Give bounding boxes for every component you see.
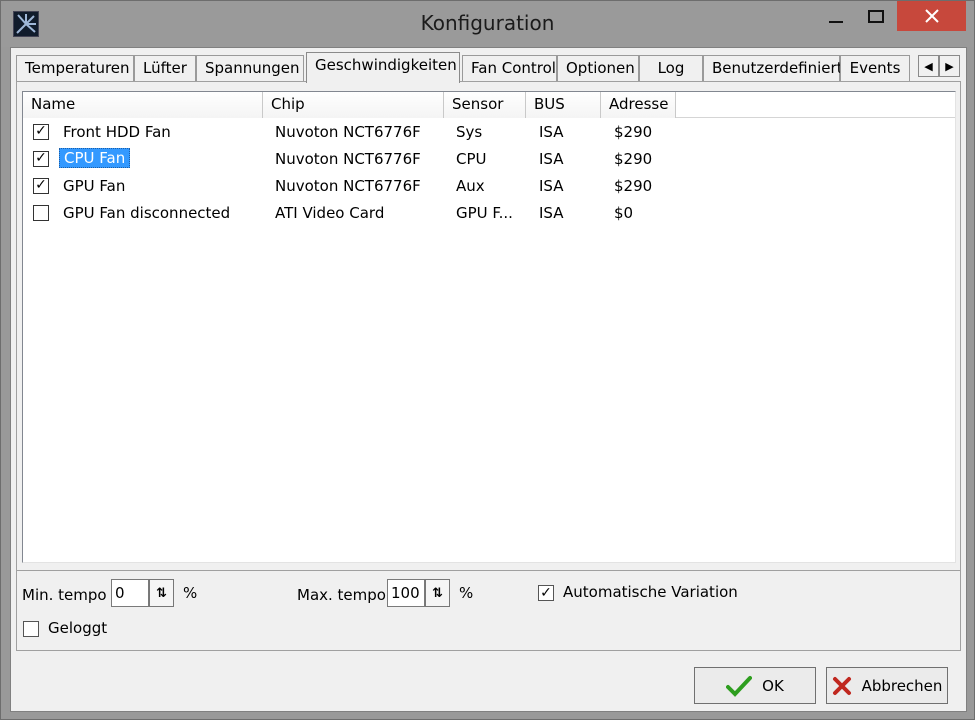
row-name: Front HDD Fan <box>63 123 171 141</box>
row-bus: ISA <box>539 177 564 195</box>
maximize-button[interactable] <box>853 1 899 31</box>
row-address: $0 <box>614 204 634 222</box>
tab-benutzerdefiniert[interactable]: Benutzerdefiniert <box>703 55 843 82</box>
min-tempo-input[interactable]: 0 <box>111 579 149 607</box>
min-tempo-unit: % <box>183 584 198 602</box>
row-bus: ISA <box>539 204 564 222</box>
column-address[interactable]: Adresse <box>601 92 676 118</box>
maximize-icon <box>868 9 884 23</box>
close-button[interactable] <box>897 1 966 31</box>
tab-scroll-left-icon[interactable]: ◀ <box>918 55 939 77</box>
row-checkbox[interactable]: ✓ <box>33 178 49 194</box>
max-tempo-unit: % <box>459 584 474 602</box>
row-name: GPU Fan <box>63 177 126 195</box>
tab-scroll-right-icon[interactable]: ▶ <box>939 55 960 77</box>
tab-strip: Temperaturen Lüfter Spannungen Geschwind… <box>16 52 961 83</box>
red-x-icon <box>832 676 851 695</box>
tab-log[interactable]: Log <box>639 55 703 82</box>
min-tempo-label: Min. tempo <box>22 586 107 604</box>
max-tempo-spinner[interactable]: ⇅ <box>425 579 450 607</box>
cancel-button[interactable]: Abbrechen <box>826 667 948 704</box>
title-bar[interactable]: Konfiguration <box>1 1 974 47</box>
tab-geschwindigkeiten[interactable]: Geschwindigkeiten <box>306 52 460 83</box>
checkmark-icon <box>726 675 753 697</box>
row-sensor: GPU F... <box>456 204 513 222</box>
tab-events[interactable]: Events <box>840 55 910 82</box>
fan-list[interactable]: Name Chip Sensor BUS Adresse ✓ Front HDD… <box>22 91 956 563</box>
tab-temperaturen[interactable]: Temperaturen <box>16 55 134 82</box>
dialog-client: Temperaturen Lüfter Spannungen Geschwind… <box>10 47 967 712</box>
speeds-panel: Name Chip Sensor BUS Adresse ✓ Front HDD… <box>16 81 961 651</box>
minimize-icon <box>829 21 843 23</box>
config-window: Konfiguration Temperaturen Lüfter Spannu… <box>0 0 975 720</box>
logged-label: Geloggt <box>48 619 108 637</box>
row-chip: Nuvoton NCT6776F <box>275 123 421 141</box>
speed-controls: Min. tempo 0 ⇅ % Max. tempo 100 ⇅ % ✓ Au… <box>17 570 960 650</box>
tab-luefter[interactable]: Lüfter <box>134 55 196 82</box>
column-chip[interactable]: Chip <box>263 92 444 118</box>
tab-scroll-buttons: ◀ ▶ <box>918 55 961 77</box>
list-header: Name Chip Sensor BUS Adresse <box>23 92 955 118</box>
close-icon <box>924 9 939 23</box>
column-bus[interactable]: BUS <box>526 92 601 118</box>
tab-optionen[interactable]: Optionen <box>557 55 639 82</box>
table-row[interactable]: ✓ CPU Fan Nuvoton NCT6776F CPU ISA $290 <box>23 146 955 173</box>
row-address: $290 <box>614 123 653 141</box>
row-checkbox[interactable] <box>33 205 49 221</box>
up-down-arrows-icon: ⇅ <box>432 585 443 600</box>
cancel-label: Abbrechen <box>861 676 943 695</box>
row-checkbox[interactable]: ✓ <box>33 151 49 167</box>
tab-spannungen[interactable]: Spannungen <box>196 55 304 82</box>
row-checkbox[interactable]: ✓ <box>33 124 49 140</box>
logged-checkbox[interactable] <box>23 621 39 637</box>
table-row[interactable]: ✓ GPU Fan Nuvoton NCT6776F Aux ISA $290 <box>23 173 955 200</box>
column-sensor[interactable]: Sensor <box>444 92 526 118</box>
auto-variation-label: Automatische Variation <box>563 583 738 601</box>
auto-variation-checkbox[interactable]: ✓ <box>538 585 554 601</box>
up-down-arrows-icon: ⇅ <box>156 585 167 600</box>
row-address: $290 <box>614 177 653 195</box>
ok-label: OK <box>762 676 784 695</box>
row-bus: ISA <box>539 123 564 141</box>
row-sensor: Sys <box>456 123 483 141</box>
min-tempo-spinner[interactable]: ⇅ <box>149 579 174 607</box>
ok-button[interactable]: OK <box>694 667 816 704</box>
table-row[interactable]: GPU Fan disconnected ATI Video Card GPU … <box>23 200 955 227</box>
row-bus: ISA <box>539 150 564 168</box>
tab-fan-control[interactable]: Fan Control <box>462 55 557 82</box>
row-sensor: Aux <box>456 177 485 195</box>
row-chip: ATI Video Card <box>275 204 385 222</box>
max-tempo-label: Max. tempo <box>297 586 386 604</box>
row-chip: Nuvoton NCT6776F <box>275 177 421 195</box>
table-row[interactable]: ✓ Front HDD Fan Nuvoton NCT6776F Sys ISA… <box>23 119 955 146</box>
row-name: GPU Fan disconnected <box>63 204 231 222</box>
row-address: $290 <box>614 150 653 168</box>
row-chip: Nuvoton NCT6776F <box>275 150 421 168</box>
row-name: CPU Fan <box>59 148 131 168</box>
row-sensor: CPU <box>456 150 487 168</box>
max-tempo-input[interactable]: 100 <box>387 579 425 607</box>
column-name[interactable]: Name <box>23 92 263 118</box>
